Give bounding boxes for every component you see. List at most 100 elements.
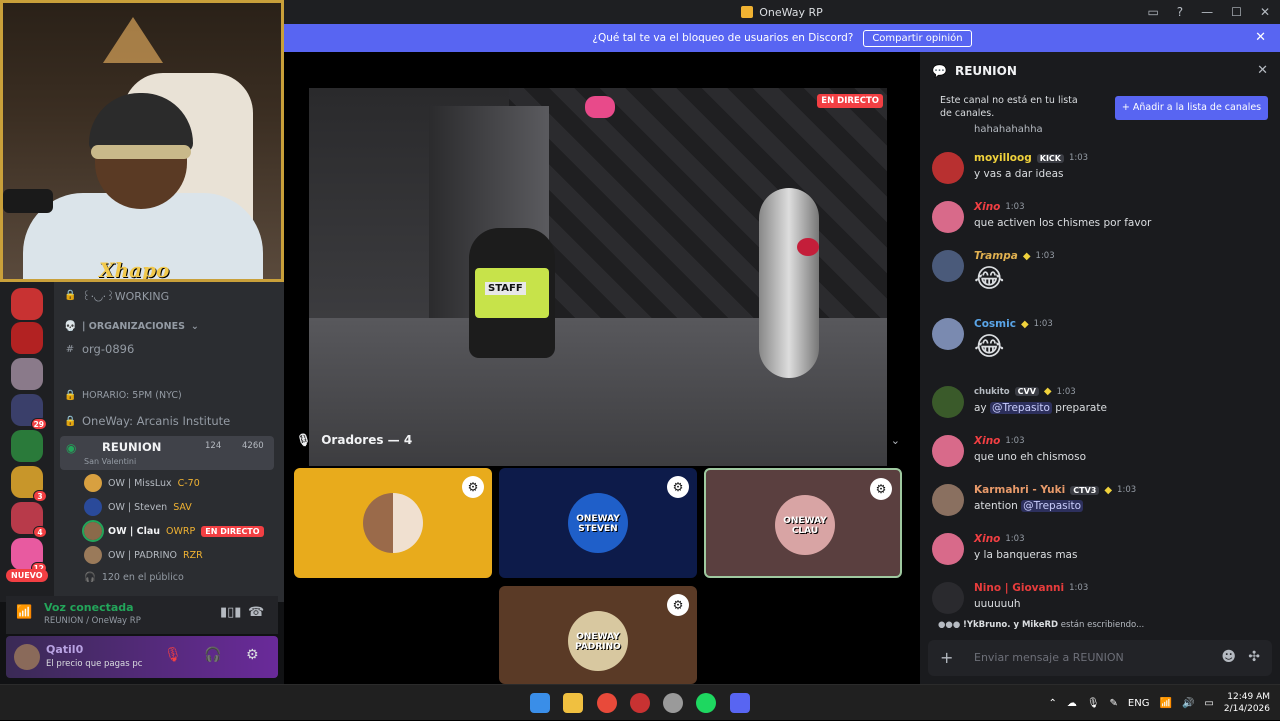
- voice-status[interactable]: Voz conectada: [44, 601, 134, 614]
- help-icon[interactable]: ?: [1177, 5, 1183, 19]
- speaker-tile[interactable]: ⚙: [294, 468, 492, 578]
- timestamp: 1:03: [1069, 583, 1089, 593]
- chevron-down-icon[interactable]: ⌄: [891, 434, 900, 447]
- author-name[interactable]: Karmahri - Yuki: [974, 484, 1065, 496]
- category-organizaciones[interactable]: 💀 | ORGANIZACIONES ⌄: [64, 321, 199, 332]
- maximize-button[interactable]: ☐: [1231, 5, 1242, 19]
- message-text: que uno eh chismoso: [974, 451, 1087, 463]
- add-channel-button[interactable]: + Añadir a la lista de canales: [1115, 96, 1268, 120]
- author-name[interactable]: moyilloog: [974, 152, 1032, 164]
- settings-icon[interactable]: ⚙: [462, 476, 484, 498]
- avatar[interactable]: [932, 533, 964, 565]
- author-name[interactable]: chukito: [974, 387, 1010, 397]
- obs-icon[interactable]: [663, 693, 683, 713]
- author-name[interactable]: Trampa: [974, 250, 1018, 262]
- close-window-button[interactable]: ✕: [1260, 5, 1270, 19]
- server-icon-6[interactable]: 3: [11, 466, 47, 502]
- avatar[interactable]: [932, 152, 964, 184]
- close-notice-icon[interactable]: ✕: [1255, 30, 1266, 45]
- avatar[interactable]: [14, 644, 40, 670]
- headphones-icon[interactable]: 🎧: [204, 647, 221, 663]
- avatar[interactable]: [932, 250, 964, 282]
- soundboard-icon[interactable]: ▮▯▮: [220, 605, 241, 620]
- language-indicator[interactable]: ENG: [1128, 698, 1150, 709]
- user-mention[interactable]: @Trepasito: [990, 402, 1052, 414]
- server-icon-3[interactable]: [11, 358, 43, 390]
- author-name[interactable]: Xino: [974, 533, 1000, 545]
- mic-muted-icon[interactable]: 🎙: [164, 647, 182, 663]
- audience-row[interactable]: 🎧 120 en el público: [84, 572, 184, 583]
- speakers-header[interactable]: 🎙 Oradores — 4: [296, 433, 412, 447]
- author-name[interactable]: Xino: [974, 435, 1000, 447]
- share-opinion-button[interactable]: Compartir opinión: [863, 29, 972, 47]
- server-icon-5[interactable]: [11, 430, 43, 462]
- username[interactable]: Qatil0: [46, 643, 83, 656]
- cloud-icon[interactable]: ☁: [1067, 698, 1077, 709]
- avatar[interactable]: [932, 201, 964, 233]
- chrome-icon[interactable]: [597, 693, 617, 713]
- mic-icon[interactable]: 🎙: [1087, 698, 1100, 709]
- apps-icon[interactable]: ✣: [1248, 649, 1260, 665]
- server-icon-8[interactable]: 12: [11, 538, 47, 574]
- app-icon[interactable]: [630, 693, 650, 713]
- voice-location[interactable]: REUNION / OneWay RP: [44, 616, 141, 626]
- channel-label: OneWay: Arcanis Institute: [82, 414, 231, 428]
- author-name[interactable]: Cosmic: [974, 318, 1016, 330]
- chevron-up-icon[interactable]: ⌃: [1048, 698, 1056, 709]
- vest-label: STAFF: [485, 282, 526, 295]
- discord-icon[interactable]: [730, 693, 750, 713]
- file-explorer-icon[interactable]: [563, 693, 583, 713]
- user-mention[interactable]: @Trepasito: [1021, 500, 1084, 512]
- server-icon-7[interactable]: 4: [11, 502, 47, 538]
- speaker-tile[interactable]: ONEWAY PADRINO ⚙: [499, 586, 697, 684]
- speaker-caption: ONEWAY PADRINO: [575, 632, 621, 652]
- channel-horario[interactable]: 🔒 HORARIO: 5PM (NYC): [64, 390, 182, 401]
- speaker-tile[interactable]: ONEWAY STEVEN ⚙: [499, 468, 697, 578]
- wifi-icon[interactable]: 📶: [1159, 698, 1171, 709]
- avatar[interactable]: [932, 386, 964, 418]
- spotify-icon[interactable]: [696, 693, 716, 713]
- message-composer[interactable]: + Enviar mensaje a REUNION ☻ ✣: [928, 640, 1272, 676]
- voice-user[interactable]: OW | PADRINO RZR: [84, 546, 203, 564]
- avatar[interactable]: [932, 435, 964, 467]
- gear-icon[interactable]: ⚙: [246, 647, 259, 663]
- live-stream-video[interactable]: STAFF EN DIRECTO: [309, 88, 887, 466]
- avatar[interactable]: [932, 582, 964, 614]
- minimize-button[interactable]: —: [1201, 5, 1213, 19]
- server-icon-1[interactable]: [11, 288, 43, 320]
- settings-icon[interactable]: ⚙: [667, 476, 689, 498]
- voice-channel-reunion[interactable]: ◉ REUNION San Valentini 124 4260: [60, 436, 274, 470]
- avatar[interactable]: [932, 484, 964, 516]
- server-icon-4[interactable]: 29: [11, 394, 47, 430]
- disconnect-icon[interactable]: ☎: [248, 605, 264, 620]
- speaker-tile-active[interactable]: ONEWAY CLAU ⚙: [704, 468, 902, 578]
- channel-label: HORARIO: 5PM (NYC): [82, 390, 182, 401]
- voice-user[interactable]: OW | Steven SAV: [84, 498, 192, 516]
- inbox-icon[interactable]: ▭: [1147, 5, 1158, 19]
- volume-icon[interactable]: 🔊: [1182, 698, 1194, 709]
- author-name[interactable]: Xino: [974, 201, 1000, 213]
- message-input[interactable]: Enviar mensaje a REUNION: [974, 651, 1124, 664]
- close-chat-icon[interactable]: ✕: [1257, 63, 1268, 78]
- channel-arcanis[interactable]: 🔒 OneWay: Arcanis Institute: [64, 414, 230, 428]
- battery-icon[interactable]: ▭: [1204, 698, 1213, 709]
- emoji-picker-icon[interactable]: ☻: [1221, 649, 1236, 665]
- voice-user[interactable]: OW | Clau OWRP EN DIRECTO: [82, 520, 264, 542]
- settings-icon[interactable]: ⚙: [667, 594, 689, 616]
- channel-org[interactable]: # org-0896: [64, 342, 134, 356]
- pen-icon[interactable]: ✎: [1110, 698, 1118, 709]
- plus-icon[interactable]: +: [940, 648, 953, 667]
- server-icon-2[interactable]: [11, 322, 43, 354]
- channel-topic: San Valentini: [84, 457, 137, 466]
- avatar: [84, 474, 102, 492]
- start-icon[interactable]: [530, 693, 550, 713]
- role-tag: KICK: [1036, 153, 1064, 163]
- avatar[interactable]: [932, 318, 964, 350]
- stream-wall: [509, 88, 887, 328]
- channel-working[interactable]: 🔒 ꒰·◟◞·꒱WORKING: [64, 288, 169, 303]
- settings-icon[interactable]: ⚙: [870, 478, 892, 500]
- author-name[interactable]: Nino | Giovanni: [974, 582, 1064, 594]
- clock[interactable]: 12:49 AM 2/14/2026: [1224, 691, 1270, 715]
- lock-icon: 🔒: [64, 390, 77, 401]
- voice-user[interactable]: OW | MissLux C-70: [84, 474, 200, 492]
